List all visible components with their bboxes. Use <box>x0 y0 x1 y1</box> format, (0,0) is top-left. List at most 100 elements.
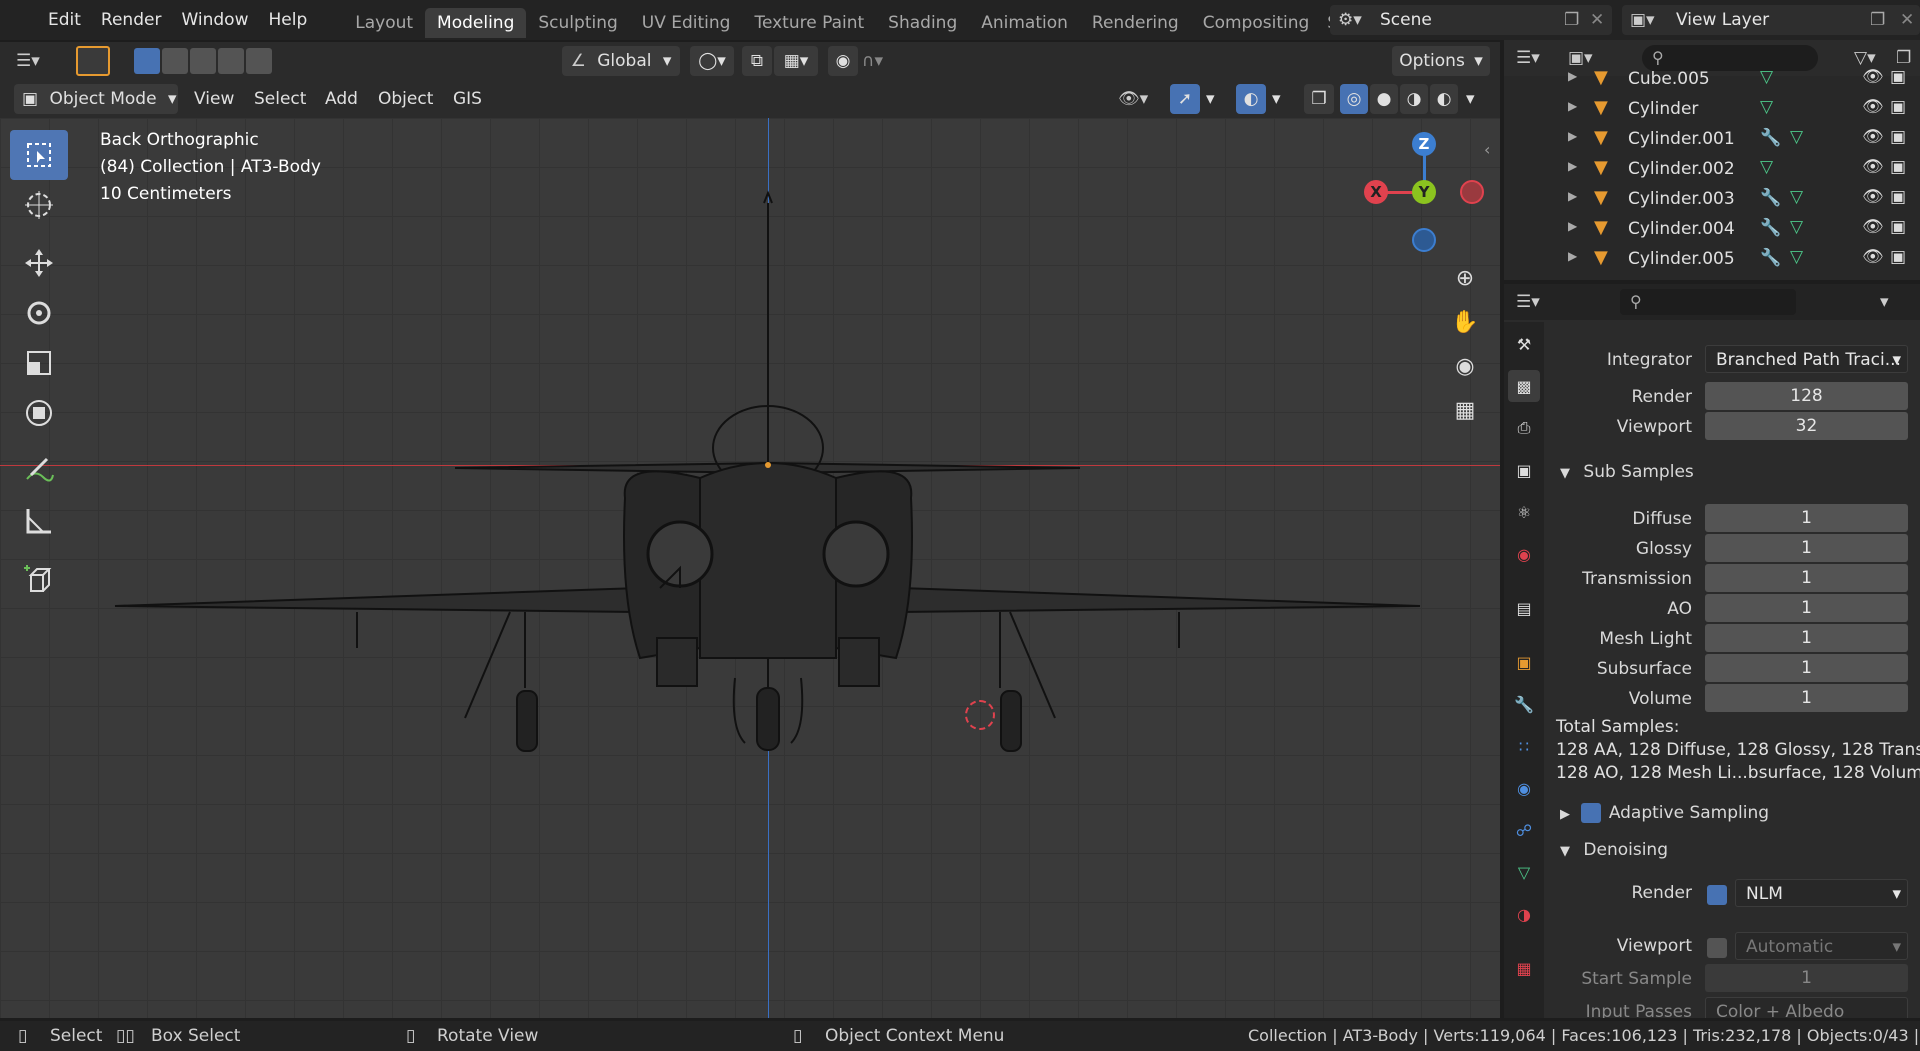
expand-arrow-icon[interactable]: ▶ <box>1568 189 1577 203</box>
expand-arrow-icon[interactable]: ▶ <box>1568 219 1577 233</box>
visibility-eye-icon[interactable]: 👁 <box>1862 247 1884 267</box>
menu-object[interactable]: Object <box>378 84 433 114</box>
subsample-field[interactable]: 1 <box>1705 684 1908 712</box>
measure-tool-icon[interactable] <box>10 496 68 546</box>
transform-orientation-dropdown[interactable]: ∠ Global ▾ <box>562 46 680 76</box>
menu-render[interactable]: Render <box>91 0 172 40</box>
render-camera-icon[interactable]: ▣ <box>1890 67 1906 87</box>
rendered-shading-button[interactable]: ◐ <box>1430 84 1458 114</box>
material-tab-icon[interactable]: ◑ <box>1508 898 1540 930</box>
solid-shading-button[interactable]: ● <box>1370 84 1398 114</box>
start-sample-field[interactable]: 1 <box>1705 964 1908 992</box>
outliner-item-name[interactable]: Cylinder <box>1628 99 1698 119</box>
visibility-eye-icon[interactable]: 👁 <box>1862 217 1884 237</box>
visibility-eye-icon[interactable]: 👁 <box>1862 157 1884 177</box>
mesh-data-icon[interactable]: ▽ <box>1790 127 1803 147</box>
tab-compositing[interactable]: Compositing <box>1191 8 1322 38</box>
adaptive-sampling-panel-header[interactable]: ▶ Adaptive Sampling <box>1544 803 1769 823</box>
input-passes-dropdown[interactable]: Color + Albedo <box>1705 997 1908 1018</box>
denoise-render-dropdown[interactable]: NLM ▾ <box>1735 879 1908 907</box>
data-tab-icon[interactable]: ▽ <box>1508 856 1540 888</box>
tab-texture-paint[interactable]: Texture Paint <box>742 8 876 38</box>
gizmo-dropdown[interactable]: ▾ <box>1206 84 1215 114</box>
visibility-eye-icon[interactable]: 👁 <box>1862 67 1884 87</box>
subsample-field[interactable]: 1 <box>1705 654 1908 682</box>
outliner-row[interactable]: ▶ ▼ Cylinder.002 ▽ 👁 ▣ <box>1504 155 1920 185</box>
physics-tab-icon[interactable]: ◉ <box>1508 772 1540 804</box>
select-mode-intersect-icon[interactable] <box>246 48 272 74</box>
perspective-grid-icon[interactable]: ▦ <box>1445 390 1485 430</box>
outliner-row[interactable]: ▶ ▼ Cylinder ▽ 👁 ▣ <box>1504 95 1920 125</box>
proportional-edit-toggle[interactable]: ◉ <box>828 46 858 76</box>
gizmo-neg-z-icon[interactable] <box>1412 228 1436 252</box>
mesh-data-icon[interactable]: ▽ <box>1760 97 1773 117</box>
expand-arrow-icon[interactable]: ▶ <box>1568 249 1577 263</box>
proportional-falloff-dropdown[interactable]: ∩▾ <box>862 46 906 76</box>
subsample-field[interactable]: 1 <box>1705 564 1908 592</box>
render-camera-icon[interactable]: ▣ <box>1890 247 1906 267</box>
expand-arrow-icon[interactable]: ▶ <box>1568 159 1577 173</box>
expand-arrow-icon[interactable]: ▶ <box>1568 69 1577 83</box>
scene-tab-icon[interactable]: ⚛ <box>1508 496 1540 528</box>
denoise-render-checkbox[interactable] <box>1707 885 1727 905</box>
menu-view[interactable]: View <box>194 84 234 114</box>
object-tab-icon[interactable]: ▣ <box>1508 646 1540 678</box>
snap-toggle[interactable]: ⧉ <box>742 46 772 76</box>
gizmo-x-axis-icon[interactable]: X <box>1364 180 1388 204</box>
expand-arrow-icon[interactable]: ▶ <box>1568 129 1577 143</box>
texture-tab-icon[interactable]: ▦ <box>1508 952 1540 984</box>
blender-logo-icon[interactable] <box>0 0 38 40</box>
overlays-toggle[interactable]: ◐ <box>1236 84 1266 114</box>
outliner-item-name[interactable]: Cylinder.004 <box>1628 219 1735 239</box>
sub-samples-panel-header[interactable]: ▼ Sub Samples <box>1544 462 1694 482</box>
select-mode-invert-icon[interactable] <box>218 48 244 74</box>
render-camera-icon[interactable]: ▣ <box>1890 127 1906 147</box>
constraints-tab-icon[interactable]: ☍ <box>1508 814 1540 846</box>
outliner-item-name[interactable]: Cube.005 <box>1628 69 1710 89</box>
remove-view-layer-icon[interactable]: ✕ <box>1900 10 1920 30</box>
3d-viewport[interactable]: Back Orthographic (84) Collection | AT3-… <box>0 118 1500 1018</box>
gizmo-toggle[interactable]: ➚ <box>1170 84 1200 114</box>
properties-search-input[interactable]: ⚲ <box>1620 289 1796 315</box>
select-box-tool-icon[interactable] <box>10 130 68 180</box>
mesh-data-icon[interactable]: ▽ <box>1760 157 1773 177</box>
outliner-row[interactable]: ▶ ▼ Cylinder.005 🔧 ▽ 👁 ▣ <box>1504 245 1920 275</box>
sidebar-toggle-icon[interactable]: ‹ <box>1484 140 1490 159</box>
subsample-field[interactable]: 1 <box>1705 624 1908 652</box>
particles-tab-icon[interactable]: ∷ <box>1508 730 1540 762</box>
camera-view-icon[interactable]: ◉ <box>1445 346 1485 386</box>
modifier-icon[interactable]: 🔧 <box>1760 218 1781 238</box>
wireframe-shading-button[interactable]: ◎ <box>1340 84 1368 114</box>
adaptive-sampling-checkbox[interactable] <box>1581 803 1602 823</box>
scene-selector[interactable]: ⚙▾ Scene ❐ ✕ <box>1330 5 1612 35</box>
mesh-data-icon[interactable]: ▽ <box>1760 67 1773 87</box>
properties-options-icon[interactable]: ▾ <box>1880 287 1889 317</box>
tab-rendering[interactable]: Rendering <box>1080 8 1191 38</box>
output-tab-icon[interactable]: ⎙ <box>1508 412 1540 444</box>
transform-tool-icon[interactable] <box>10 388 68 438</box>
select-mode-extend-icon[interactable] <box>162 48 188 74</box>
tab-animation[interactable]: Animation <box>969 8 1080 38</box>
rotate-tool-icon[interactable] <box>10 288 68 338</box>
tab-modeling[interactable]: Modeling <box>425 7 527 38</box>
shading-dropdown[interactable]: ▾ <box>1466 84 1475 114</box>
view-layer-selector[interactable]: ▣▾ View Layer ❐ ✕ <box>1622 5 1920 35</box>
outliner-item-name[interactable]: Cylinder.001 <box>1628 129 1735 149</box>
scale-tool-icon[interactable] <box>10 338 68 388</box>
mesh-data-icon[interactable]: ▽ <box>1790 247 1803 267</box>
select-mode-new-icon[interactable] <box>134 48 160 74</box>
tab-sculpting[interactable]: Sculpting <box>526 8 629 38</box>
visibility-eye-icon[interactable]: 👁 <box>1862 97 1884 117</box>
gizmo-y-axis-icon[interactable]: Y <box>1412 180 1436 204</box>
subsample-field[interactable]: 1 <box>1705 534 1908 562</box>
snap-target-dropdown[interactable]: ▦▾ <box>774 46 818 76</box>
select-mode-subtract-icon[interactable] <box>190 48 216 74</box>
denoise-viewport-checkbox[interactable] <box>1707 938 1727 958</box>
zoom-icon[interactable]: ⊕ <box>1445 258 1485 298</box>
tab-shading[interactable]: Shading <box>876 8 969 38</box>
select-tool-icon[interactable] <box>76 46 110 76</box>
outliner-row[interactable]: ▶ ▼ Cylinder.003 🔧 ▽ 👁 ▣ <box>1504 185 1920 215</box>
world-tab-icon[interactable]: ◉ <box>1508 538 1540 570</box>
tab-uv-editing[interactable]: UV Editing <box>630 8 743 38</box>
add-cube-tool-icon[interactable] <box>10 554 68 604</box>
